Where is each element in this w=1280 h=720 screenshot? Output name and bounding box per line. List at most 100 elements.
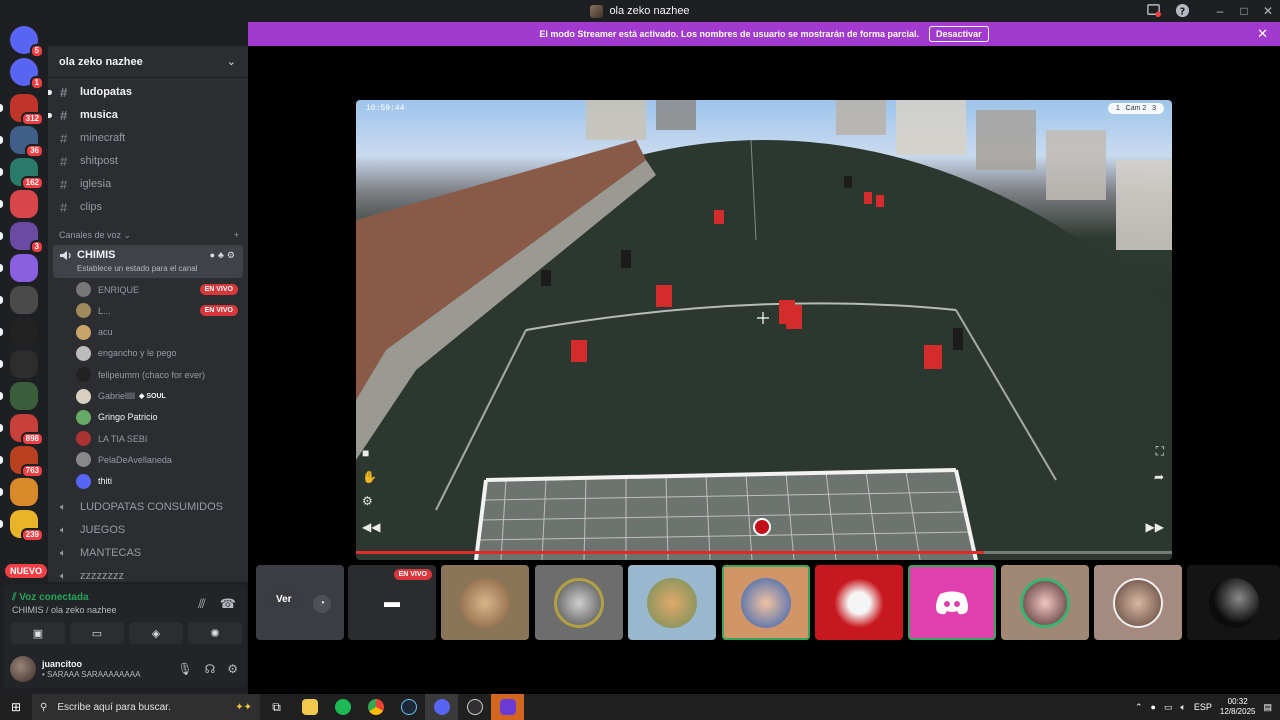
server-icon[interactable] xyxy=(0,286,38,314)
noise-suppression-icon[interactable]: ⫻ xyxy=(198,596,206,612)
tile-participant[interactable] xyxy=(1187,565,1280,640)
minimize-icon[interactable]: – xyxy=(1208,4,1232,18)
close-banner-icon[interactable]: ✕ xyxy=(1257,26,1268,42)
tile-live-stream[interactable]: EN VIVO ▬ xyxy=(348,565,436,640)
voice-channel-path[interactable]: CHIMIS / ola zeko nazhee xyxy=(12,605,117,615)
network-icon[interactable]: ▭ xyxy=(1164,702,1173,713)
close-window-icon[interactable]: ✕ xyxy=(1256,4,1280,18)
discord-dm-icon[interactable]: 5 xyxy=(10,26,44,58)
tile-participant[interactable] xyxy=(535,565,623,640)
taskbar-search[interactable]: ⚲ Escribe aquí para buscar. ✦✦ xyxy=(32,694,260,720)
server-icon[interactable]: 3 xyxy=(0,222,44,254)
record-button[interactable] xyxy=(753,518,771,536)
voice-channel-chimis[interactable]: CHIMIS Establece un estado para el canal… xyxy=(53,245,243,278)
channel-clips[interactable]: # clips xyxy=(56,197,242,217)
file-explorer-icon[interactable] xyxy=(293,694,326,720)
discord-taskbar-icon[interactable] xyxy=(425,694,458,720)
maximize-icon[interactable]: □ xyxy=(1232,4,1256,18)
fullscreen-icon[interactable]: ⛶ xyxy=(1156,444,1164,459)
server-icon[interactable] xyxy=(0,382,38,410)
volume-icon[interactable]: 🔈︎ xyxy=(1180,702,1185,713)
server-icon[interactable] xyxy=(0,318,38,346)
voice-user[interactable]: thiti xyxy=(76,471,242,492)
soundboard-button[interactable]: ✺ xyxy=(188,622,242,644)
stream-video[interactable]: 10:59:44 1 Cam 2 3 ■ ✋ ⚙ ◀◀ ⛶ ➦ ▶▶ xyxy=(356,100,1172,560)
deactivate-button[interactable]: Desactivar xyxy=(929,26,989,42)
video-camera-icon[interactable]: ■ xyxy=(362,446,369,460)
headphones-icon[interactable]: ☊ xyxy=(205,662,216,676)
server-icon[interactable]: 162 xyxy=(0,158,44,190)
voice-user[interactable]: acu xyxy=(76,322,242,343)
hand-icon[interactable]: ✋ xyxy=(362,470,377,484)
forward-icon[interactable]: ▶▶ xyxy=(1146,520,1164,534)
server-icon[interactable]: 312 xyxy=(0,94,44,126)
voice-user[interactable]: ENRIQUE EN VIVO xyxy=(76,279,242,300)
voice-channel[interactable]: 🔈︎ JUEGOS xyxy=(56,520,242,540)
disconnect-icon[interactable]: ☎ xyxy=(220,596,236,612)
voice-user[interactable]: Gabrielllll ◆ SOUL xyxy=(76,386,242,407)
server-icon[interactable]: 239 xyxy=(0,510,44,542)
server-header[interactable]: ola zeko nazhee ⌄ xyxy=(48,46,248,78)
settings-icon[interactable]: ⚙ xyxy=(227,250,238,260)
watch-button[interactable]: Ver xyxy=(266,589,302,610)
server-icon[interactable]: 763 xyxy=(0,446,44,478)
discord-icon[interactable]: 1 xyxy=(10,58,44,90)
voice-channel[interactable]: 🔈︎ zzzzzzzz xyxy=(56,566,242,586)
windows-start-icon[interactable]: ⊞ xyxy=(0,694,32,720)
server-icon[interactable]: 898 xyxy=(0,414,44,446)
user-settings-icon[interactable]: ⚙ xyxy=(227,662,238,676)
add-channel-icon[interactable]: + xyxy=(234,230,239,241)
voice-user[interactable]: felipeumm (chaco for ever) xyxy=(76,364,242,385)
stream-settings-icon[interactable]: ⚙ xyxy=(362,494,373,508)
camera-off-button[interactable]: ▣ xyxy=(11,622,65,644)
channel-shitpost[interactable]: # shitpost xyxy=(56,151,242,171)
server-icon[interactable] xyxy=(0,190,38,218)
voice-category[interactable]: Canales de voz ⌄ + xyxy=(59,230,239,241)
server-icon[interactable] xyxy=(0,350,38,378)
chat-icon[interactable]: ● xyxy=(210,250,218,260)
tile-participant-speaking[interactable] xyxy=(722,565,810,640)
activities-button[interactable]: ◈ xyxy=(129,622,183,644)
obs-icon[interactable] xyxy=(458,694,491,720)
voice-channel[interactable]: 🔈︎ LUDOPATAS CONSUMIDOS xyxy=(56,497,242,517)
popout-icon[interactable]: ◔ xyxy=(313,595,331,613)
channel-musica[interactable]: # musica xyxy=(48,105,242,125)
voice-user[interactable]: engancho y le pego xyxy=(76,343,242,364)
channel-status-hint[interactable]: Establece un estado para el canal xyxy=(77,264,198,273)
tile-participant[interactable] xyxy=(1001,565,1089,640)
language-indicator[interactable]: ESP xyxy=(1194,702,1212,712)
tile-participant-speaking[interactable] xyxy=(908,565,996,640)
tile-participant[interactable] xyxy=(628,565,716,640)
username[interactable]: juancitoo xyxy=(42,659,82,669)
share-screen-button[interactable]: ▭ xyxy=(70,622,124,644)
tile-watch-stream[interactable]: Ver ◔ xyxy=(256,565,344,640)
tile-participant[interactable] xyxy=(1094,565,1182,640)
rewind-icon[interactable]: ◀◀ xyxy=(362,520,380,534)
voice-user[interactable]: L... EN VIVO xyxy=(76,300,242,321)
channel-minecraft[interactable]: # minecraft xyxy=(56,128,242,148)
voice-channel[interactable]: 🔈︎ MANTECAS xyxy=(56,543,242,563)
voice-user[interactable]: LA TIA SEBI xyxy=(76,428,242,449)
avatar[interactable] xyxy=(10,656,36,682)
help-icon[interactable]: ? xyxy=(1175,3,1190,18)
task-view-icon[interactable]: ⧉ xyxy=(260,694,293,720)
share-arrow-icon[interactable]: ➦ xyxy=(1154,470,1164,484)
microphone-icon[interactable]: 🎙︎ xyxy=(177,662,192,676)
app-icon[interactable] xyxy=(491,694,524,720)
steam-icon[interactable] xyxy=(392,694,425,720)
voice-user[interactable]: Gringo Patricio xyxy=(76,407,242,428)
camera-tag[interactable]: 1 Cam 2 3 xyxy=(1107,103,1164,114)
channel-ludopatas[interactable]: # ludopatas xyxy=(48,82,242,102)
tile-participant[interactable] xyxy=(441,565,529,640)
invite-icon[interactable]: ♣ xyxy=(218,250,227,260)
notifications-icon[interactable]: ▤ xyxy=(1263,702,1272,713)
stream-progress-bar[interactable] xyxy=(356,551,1172,554)
chrome-icon[interactable] xyxy=(359,694,392,720)
microphone-tray-icon[interactable]: ● xyxy=(1151,702,1156,712)
tile-participant[interactable] xyxy=(815,565,903,640)
server-icon[interactable]: 36 xyxy=(0,126,44,158)
server-icon[interactable] xyxy=(0,478,38,506)
server-icon[interactable] xyxy=(0,254,38,282)
clock[interactable]: 00:32 12/8/2025 xyxy=(1220,697,1256,717)
chevron-up-icon[interactable]: ⌃ xyxy=(1135,702,1143,713)
